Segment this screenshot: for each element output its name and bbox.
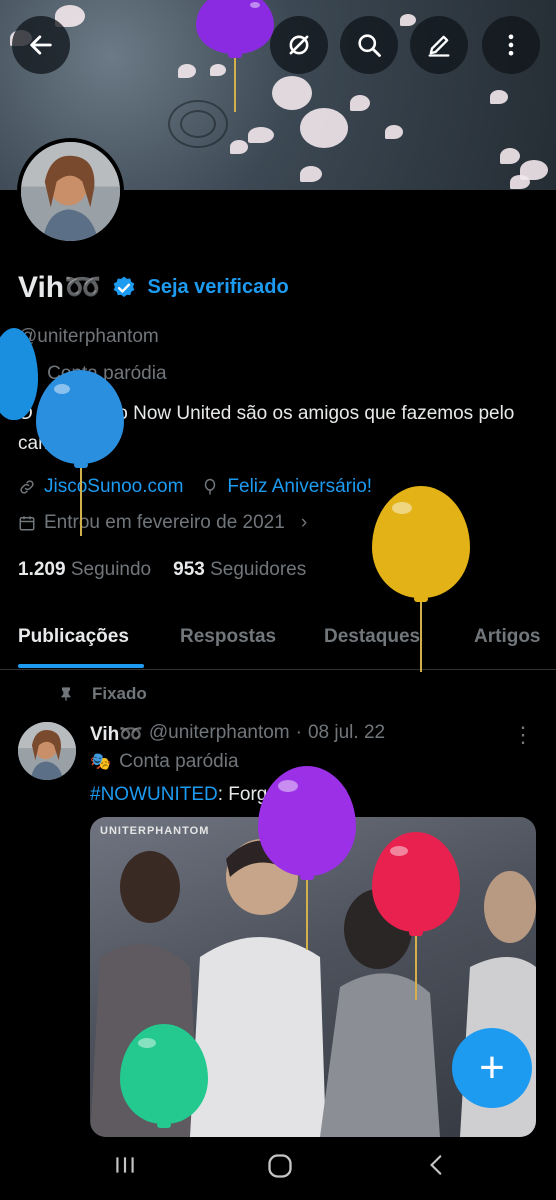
arrow-left-icon: [30, 35, 52, 55]
post-author-name[interactable]: Vih➿: [90, 722, 143, 746]
active-tab-indicator: [18, 664, 144, 668]
post-parody-label: Conta paródia: [119, 751, 239, 772]
search-icon: [358, 34, 381, 57]
yellow-balloon: [372, 486, 472, 676]
tab-replies[interactable]: Respostas: [180, 626, 276, 648]
chevron-right-icon: ›: [300, 512, 308, 533]
green-balloon: [120, 1024, 210, 1144]
more-options-button[interactable]: [482, 16, 540, 74]
following-count: 1.209: [18, 559, 66, 580]
recent-apps-icon: [116, 1157, 134, 1173]
followers-label: Seguidores: [210, 559, 307, 580]
home-button[interactable]: [266, 1152, 294, 1187]
purple-balloon-top: [196, 0, 276, 112]
profile-name: Vih➿: [18, 271, 102, 304]
get-verified-link[interactable]: Seja verificado: [147, 276, 288, 299]
profile-name-row: Vih➿ Seja verificado: [18, 270, 289, 305]
following-label: Seguindo: [70, 559, 152, 580]
pin-icon: [61, 687, 71, 701]
chevron-left-icon: [430, 1155, 442, 1175]
avatar-photo: [21, 142, 120, 241]
purple-balloon: [258, 766, 358, 956]
follow-stats: 1.209 Seguindo 953 Seguidores: [18, 559, 306, 581]
recent-apps-button[interactable]: [112, 1152, 138, 1185]
tab-articles[interactable]: Artigos: [474, 626, 541, 648]
followers-stat[interactable]: 953 Seguidores: [173, 559, 306, 581]
blue-balloon: [36, 370, 126, 540]
pinned-label: Fixado: [92, 684, 147, 703]
post-author-handle: @uniterphantom: [148, 722, 290, 743]
tab-posts[interactable]: Publicações: [18, 626, 129, 648]
birthday-label[interactable]: Feliz Aniversário!: [227, 476, 372, 498]
system-navigation-bar: [0, 1138, 556, 1200]
post-hashtag[interactable]: #NOWUNITED: [90, 784, 218, 805]
verified-badge-icon: [114, 276, 135, 297]
compose-button[interactable]: +: [452, 1028, 532, 1108]
following-stat[interactable]: 1.209 Seguindo: [18, 559, 151, 581]
post-more-icon[interactable]: ⋮: [512, 722, 534, 748]
eye-slash-icon: [289, 35, 309, 55]
profile-tabs: Publicações Respostas Destaques Artigos: [0, 616, 556, 670]
plus-icon: +: [479, 1043, 505, 1092]
post-date: 08 jul. 22: [307, 722, 386, 743]
edit-profile-button[interactable]: [410, 16, 468, 74]
home-icon: [268, 1154, 292, 1178]
pencil-icon: [428, 35, 450, 57]
back-nav-button[interactable]: [424, 1152, 450, 1185]
avatar-photo: [18, 722, 76, 780]
followers-count: 953: [173, 559, 205, 580]
calendar-icon: [19, 516, 35, 531]
profile-avatar[interactable]: [17, 138, 124, 245]
search-button[interactable]: [340, 16, 398, 74]
link-icon: [20, 480, 34, 494]
red-balloon: [372, 832, 462, 1004]
back-button[interactable]: [12, 16, 70, 74]
post-separator: ·: [295, 722, 302, 743]
balloon-icon: [205, 478, 216, 495]
media-watermark: UNITERPHANTOM: [100, 825, 210, 837]
blue-balloon-left-edge: [0, 328, 40, 438]
post-parody-row: 🎭 Conta paródia: [90, 751, 239, 773]
post-author-avatar[interactable]: [18, 722, 76, 780]
post-header: Vih➿ @uniterphantom · 08 jul. 22: [90, 722, 385, 746]
theater-mask-icon: 🎭: [90, 752, 112, 771]
vertical-dots-icon: [508, 34, 514, 56]
pinned-row: Fixado: [58, 684, 147, 704]
hide-connections-button[interactable]: [270, 16, 328, 74]
